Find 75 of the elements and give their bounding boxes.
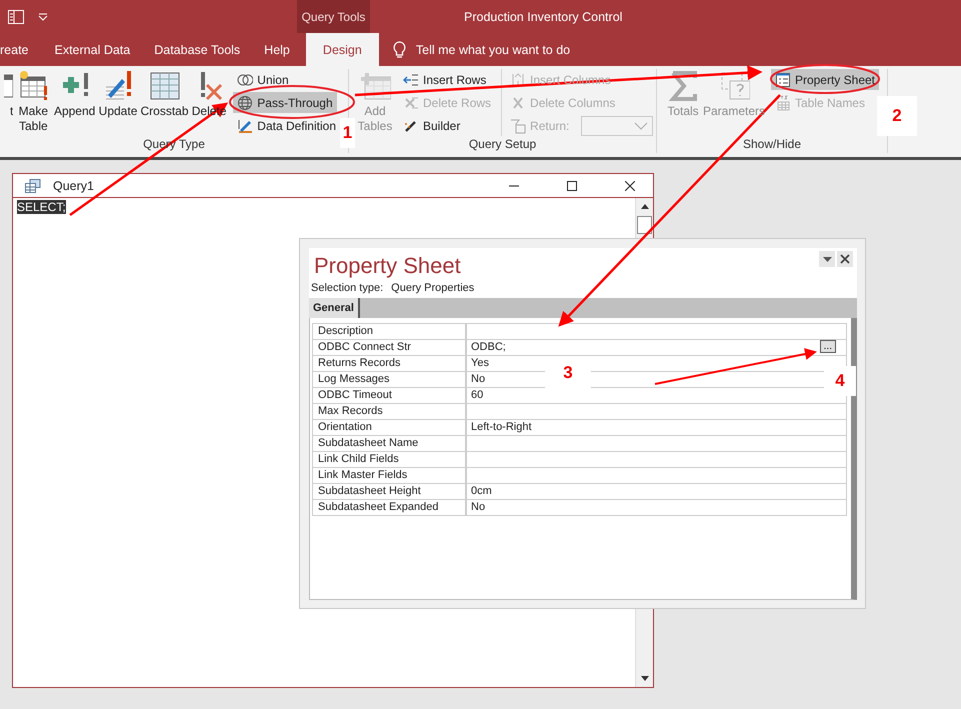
property-name: Log Messages <box>313 372 467 387</box>
dropdown-button[interactable] <box>819 251 835 267</box>
ribbon-button[interactable]: Append <box>53 69 96 119</box>
triangle-down-icon <box>640 676 648 681</box>
sql-text[interactable]: SELECT; <box>17 200 66 214</box>
globe-icon <box>237 94 254 110</box>
property-value[interactable]: 0cm <box>471 484 492 499</box>
property-name: Link Master Fields <box>313 468 467 483</box>
step-number: 4 <box>824 366 856 396</box>
delete-rows-icon <box>403 94 419 110</box>
property-name: Orientation <box>313 420 467 435</box>
property-value[interactable]: ODBC; <box>471 340 506 355</box>
ribbon-button[interactable]: Property Sheet <box>770 69 879 90</box>
insert-rows-icon <box>403 72 419 88</box>
union-icon <box>237 72 254 88</box>
ribbon-button[interactable]: Data Definition <box>233 115 340 136</box>
ribbon-tab[interactable]: reate <box>0 33 40 66</box>
triangle-up-icon <box>640 204 648 209</box>
ribbon-button[interactable]: Union <box>233 69 293 90</box>
tell-me-field[interactable]: Tell me what you want to do <box>416 42 570 56</box>
group-label: Query Setup <box>468 137 538 153</box>
ribbon-button[interactable]: Insert Rows <box>399 69 490 90</box>
property-value[interactable]: 60 <box>471 388 484 403</box>
ruler-pencil-icon <box>237 118 254 134</box>
sigma-icon <box>667 69 699 101</box>
table-names-icon <box>774 94 791 110</box>
query-icon <box>25 178 41 192</box>
ribbon-tab[interactable]: Database Tools <box>142 33 252 66</box>
step-number: 1 <box>340 118 355 148</box>
maximize-icon <box>567 180 577 190</box>
property-value[interactable]: Yes <box>471 356 489 371</box>
insert-columns-icon <box>510 72 526 88</box>
window-title: Query1 <box>53 178 95 192</box>
close-button[interactable] <box>837 251 853 267</box>
property-name: Returns Records <box>313 356 467 371</box>
ribbon-tab[interactable]: Help <box>252 33 302 66</box>
builder-button[interactable]: ... <box>820 340 836 353</box>
ribbon-tab[interactable]: External Data <box>42 33 142 66</box>
panel-title: Property Sheet <box>314 253 462 279</box>
chevron-down-icon <box>634 122 648 130</box>
table-star-icon <box>17 69 50 101</box>
selection-type-label: Selection type: <box>311 282 384 294</box>
property-name: Link Child Fields <box>313 452 467 467</box>
close-icon <box>840 254 850 264</box>
property-name: Subdatasheet Expanded <box>313 500 467 515</box>
property-name: ODBC Connect Str <box>313 340 467 355</box>
layout-icon[interactable] <box>8 10 24 24</box>
ribbon-button[interactable]: Update <box>98 69 138 119</box>
property-name: ODBC Timeout <box>313 388 467 403</box>
ribbon-button[interactable]: Builder <box>399 115 464 136</box>
ribbon-button[interactable]: Make Table <box>15 69 52 134</box>
property-name: Max Records <box>313 404 467 419</box>
property-sheet-icon <box>774 72 791 88</box>
group-label: Show/Hide <box>742 137 802 153</box>
property-name: Subdatasheet Name <box>313 436 467 451</box>
property-name: Description <box>313 324 467 339</box>
filter-icon <box>510 118 526 134</box>
ribbon-button[interactable]: Pass-Through <box>233 92 337 113</box>
sheet-tab[interactable]: General <box>309 298 360 318</box>
scroll-thumb[interactable] <box>637 216 652 234</box>
lightbulb-icon[interactable] <box>392 40 406 58</box>
ribbon-button[interactable]: t <box>4 69 14 119</box>
ribbon-button[interactable]: Crosstab <box>140 69 189 119</box>
ribbon-tab[interactable]: Design <box>306 33 379 66</box>
window-title: Production Inventory Control <box>464 10 622 24</box>
property-name: Subdatasheet Height <box>313 484 467 499</box>
triangle-down-icon <box>822 256 832 262</box>
selection-type-value: Query Properties <box>391 282 474 294</box>
close-icon <box>625 180 635 190</box>
property-value[interactable]: Left-to-Right <box>471 420 532 435</box>
property-value[interactable]: No <box>471 500 486 515</box>
property-value[interactable]: No <box>471 372 486 387</box>
dropdown-icon[interactable] <box>38 12 48 20</box>
step-number: 2 <box>877 96 917 136</box>
contextual-group-label: Query Tools <box>297 0 370 33</box>
